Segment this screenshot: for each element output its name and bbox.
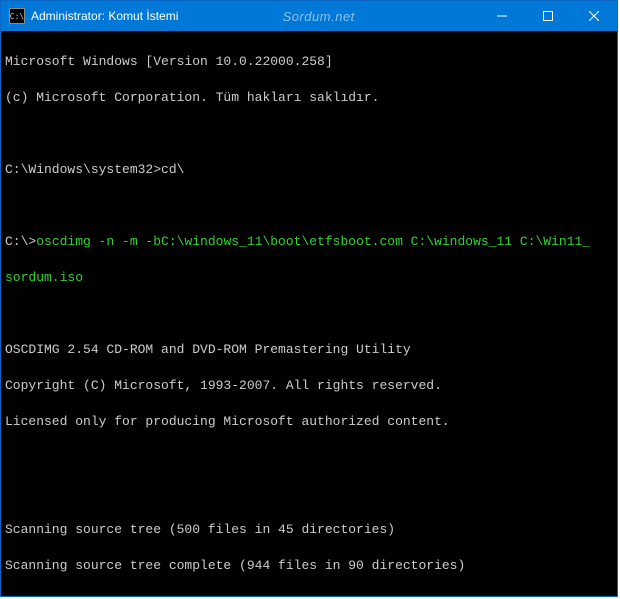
close-button[interactable] [571,1,617,31]
output-line: OSCDIMG 2.54 CD-ROM and DVD-ROM Premaste… [5,341,613,359]
output-line: Microsoft Windows [Version 10.0.22000.25… [5,53,613,71]
prompt-line: C:\>oscdimg -n -m -bC:\windows_11\boot\e… [5,233,613,251]
minimize-button[interactable] [479,1,525,31]
output-line: (c) Microsoft Corporation. Tüm hakları s… [5,89,613,107]
output-line: Copyright (C) Microsoft, 1993-2007. All … [5,377,613,395]
output-line: Licensed only for producing Microsoft au… [5,413,613,431]
command-text: sordum.iso [5,269,613,287]
command-text: oscdimg -n -m -bC:\windows_11\boot\etfsb… [36,234,590,249]
blank-line [5,305,613,323]
command-prompt-window: C:\ Administrator: Komut İstemi Sordum.n… [0,0,618,597]
output-line: Scanning source tree (500 files in 45 di… [5,521,613,539]
cmd-icon: C:\ [9,8,25,24]
blank-line [5,197,613,215]
blank-line [5,449,613,467]
close-icon [589,11,599,21]
prompt-path: C:\Windows\system32> [5,162,161,177]
maximize-button[interactable] [525,1,571,31]
blank-line [5,593,613,596]
output-line: Scanning source tree complete (944 files… [5,557,613,575]
window-controls [479,1,617,31]
command-text: cd\ [161,162,184,177]
blank-line [5,125,613,143]
window-title: Administrator: Komut İstemi [31,9,178,23]
minimize-icon [497,11,507,21]
titlebar[interactable]: C:\ Administrator: Komut İstemi Sordum.n… [1,1,617,31]
maximize-icon [543,11,553,21]
terminal-output[interactable]: Microsoft Windows [Version 10.0.22000.25… [1,31,617,596]
watermark-text: Sordum.net [178,9,479,24]
blank-line [5,485,613,503]
prompt-path: C:\> [5,234,36,249]
prompt-line: C:\Windows\system32>cd\ [5,161,613,179]
